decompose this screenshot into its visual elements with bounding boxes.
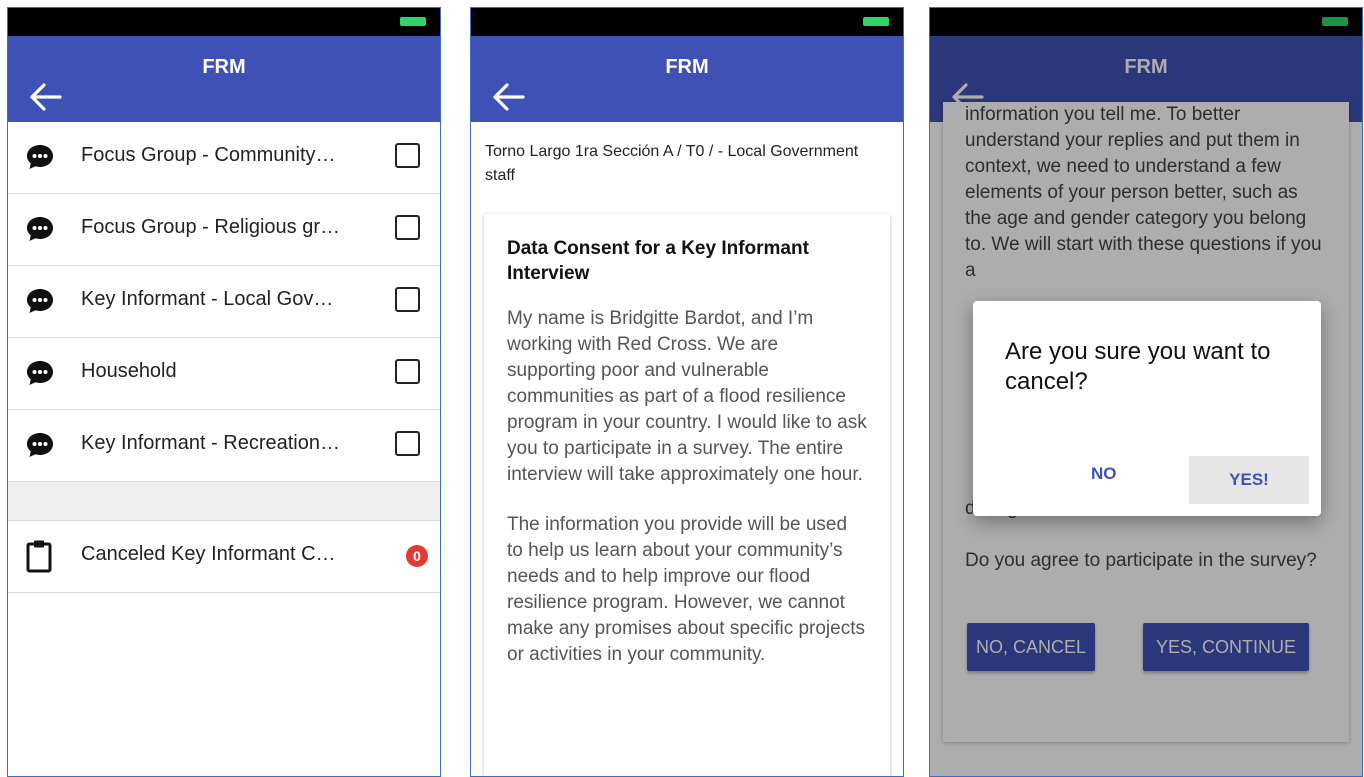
dialog-question: Are you sure you want to cancel?: [1005, 338, 1271, 395]
checkbox[interactable]: [395, 359, 420, 384]
list-item-label: Focus Group - Community…: [81, 144, 336, 166]
list-item[interactable]: Household: [8, 338, 440, 410]
list-item-label: Key Informant - Local Gov…: [81, 288, 334, 310]
list-item[interactable]: Key Informant - Local Gov…: [8, 266, 440, 338]
consent-paragraph: The information you provide will be used…: [507, 514, 865, 665]
app-bar: FRM: [8, 36, 440, 122]
consent-card: Data Consent for a Key Informant Intervi…: [484, 214, 890, 776]
dialog-yes-button[interactable]: YES!: [1189, 456, 1309, 504]
list-item-label: Canceled Key Informant C…: [81, 543, 336, 565]
consent-heading: Data Consent for a Key Informant Intervi…: [507, 238, 809, 284]
checkbox[interactable]: [395, 287, 420, 312]
count-badge: 0: [406, 545, 428, 567]
consent-paragraph: My name is Bridgitte Bardot, and I’m wor…: [507, 308, 867, 485]
chat-bubble-icon: [27, 145, 53, 169]
list-item-label: Focus Group - Religious gr…: [81, 216, 340, 238]
battery-icon: [863, 17, 889, 26]
status-bar: [8, 8, 440, 36]
back-arrow-icon[interactable]: [491, 82, 525, 112]
checkbox[interactable]: [395, 143, 420, 168]
checkbox[interactable]: [395, 215, 420, 240]
checkbox[interactable]: [395, 431, 420, 456]
screen-survey-list: FRM Focus Group - Community… Focus Group…: [7, 7, 441, 777]
clipboard-icon: [26, 540, 52, 573]
app-title: FRM: [202, 56, 246, 78]
list-item[interactable]: Focus Group - Religious gr…: [8, 194, 440, 266]
dialog-no-button[interactable]: NO: [1091, 464, 1117, 484]
canceled-list-item[interactable]: Canceled Key Informant C… 0: [8, 521, 440, 593]
location-breadcrumb: Torno Largo 1ra Sección A / T0 / - Local…: [485, 143, 859, 184]
chat-bubble-icon: [27, 217, 53, 241]
back-arrow-icon[interactable]: [28, 82, 62, 112]
status-bar: [471, 8, 903, 36]
list-item-label: Key Informant - Recreation…: [81, 432, 340, 454]
chat-bubble-icon: [27, 361, 53, 385]
confirm-cancel-dialog: Are you sure you want to cancel? NO YES!: [973, 301, 1321, 516]
screen-cancel-dialog: FRM information you tell me. To better u…: [929, 7, 1363, 777]
chat-bubble-icon: [27, 289, 53, 313]
screen-consent: FRM Torno Largo 1ra Sección A / T0 / - L…: [470, 7, 904, 777]
section-divider: [8, 482, 440, 521]
app-bar: FRM: [471, 36, 903, 122]
list-item[interactable]: Key Informant - Recreation…: [8, 410, 440, 482]
app-title: FRM: [665, 56, 709, 78]
battery-icon: [400, 17, 426, 26]
list-item-label: Household: [81, 360, 177, 382]
chat-bubble-icon: [27, 433, 53, 457]
list-item[interactable]: Focus Group - Community…: [8, 122, 440, 194]
